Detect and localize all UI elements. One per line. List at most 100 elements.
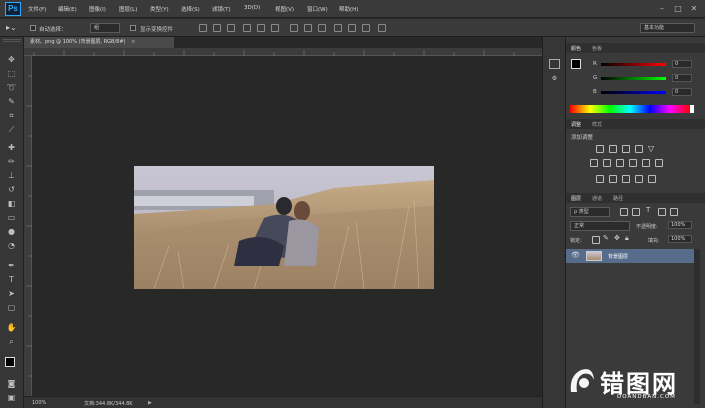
menu-image[interactable]: 图像(I) — [89, 5, 106, 13]
document-size-info[interactable]: 文档:344.8K/344.8K — [84, 400, 133, 407]
channel-mixer-icon[interactable] — [655, 159, 663, 167]
lock-position-icon[interactable]: ✥ — [614, 234, 620, 242]
dodge-tool-icon[interactable]: ◔ — [4, 239, 19, 252]
green-slider[interactable] — [601, 77, 666, 80]
vibrance-icon[interactable] — [590, 159, 598, 167]
exposure-icon[interactable] — [635, 145, 643, 153]
curves-icon[interactable] — [622, 145, 630, 153]
menu-filter[interactable]: 滤镜(T) — [212, 5, 231, 13]
distribute-top-icon[interactable] — [290, 24, 298, 32]
menu-layer[interactable]: 图层(L) — [119, 5, 137, 13]
zoom-tool-icon[interactable]: ⌕ — [4, 335, 19, 348]
align-right-icon[interactable] — [271, 24, 279, 32]
gradient-map-icon[interactable] — [648, 175, 656, 183]
align-top-icon[interactable] — [199, 24, 207, 32]
color-balance-icon[interactable] — [616, 159, 624, 167]
hand-tool-icon[interactable]: ✋ — [4, 321, 19, 334]
filter-shape-icon[interactable] — [658, 208, 666, 216]
hue-saturation-icon[interactable] — [603, 159, 611, 167]
selective-color-icon[interactable] — [635, 175, 643, 183]
tab-paths[interactable]: 路径 — [613, 195, 623, 202]
invert-icon[interactable] — [596, 175, 604, 183]
threshold-icon[interactable] — [622, 175, 630, 183]
zoom-level[interactable]: 100% — [32, 400, 46, 406]
spectrum-white-chip[interactable] — [690, 105, 694, 113]
levels-icon[interactable] — [609, 145, 617, 153]
marquee-tool-icon[interactable]: ⬚ — [4, 67, 19, 80]
blue-slider[interactable] — [601, 91, 666, 94]
history-brush-tool-icon[interactable]: ↺ — [4, 183, 19, 196]
properties-panel-icon[interactable]: ⚙ — [549, 75, 560, 85]
tab-adjustments[interactable]: 调整 — [571, 121, 581, 128]
distribute-vcenter-icon[interactable] — [304, 24, 312, 32]
shape-tool-icon[interactable]: ▢ — [4, 301, 19, 314]
foreground-color-swatch[interactable] — [5, 357, 15, 367]
tab-color[interactable]: 颜色 — [571, 45, 581, 52]
distribute-hcenter-icon[interactable] — [348, 24, 356, 32]
blend-mode-dropdown[interactable]: 正常 — [570, 221, 630, 231]
menu-window[interactable]: 窗口(W) — [307, 5, 328, 13]
move-tool-preset-icon[interactable]: ▸⌄ — [6, 23, 17, 32]
gradient-map-triangle-icon[interactable]: ▽ — [648, 145, 656, 153]
vertical-ruler[interactable] — [24, 56, 32, 396]
lock-pixels-icon[interactable]: ✎ — [603, 234, 609, 242]
visibility-eye-icon[interactable]: 👁︎ — [571, 251, 580, 259]
align-bottom-icon[interactable] — [227, 24, 235, 32]
move-tool-icon[interactable]: ✥ — [4, 53, 19, 66]
lock-transparent-icon[interactable] — [592, 236, 600, 244]
opacity-value[interactable]: 100% — [668, 221, 692, 229]
show-transform-checkbox[interactable] — [130, 25, 136, 31]
document-tab[interactable]: 素材。png @ 100% (背景图层, RGB/8#) × — [24, 37, 174, 48]
tab-channels[interactable]: 通道 — [592, 195, 602, 202]
document-image[interactable] — [134, 166, 434, 289]
gradient-tool-icon[interactable]: ▭ — [4, 211, 19, 224]
fill-value[interactable]: 100% — [668, 235, 692, 243]
blur-tool-icon[interactable]: ● — [4, 225, 19, 238]
eraser-tool-icon[interactable]: ◧ — [4, 197, 19, 210]
workspace-dropdown[interactable]: 基本功能 — [640, 23, 695, 33]
close-button[interactable]: ✕ — [688, 3, 700, 14]
minimize-button[interactable]: – — [656, 3, 668, 14]
distribute-bottom-icon[interactable] — [318, 24, 326, 32]
auto-select-checkbox[interactable] — [30, 25, 36, 31]
quick-select-tool-icon[interactable]: ✎ — [4, 95, 19, 108]
eyedropper-tool-icon[interactable]: ⟋ — [4, 123, 19, 136]
screen-mode-icon[interactable]: ▣ — [4, 391, 19, 404]
menu-help[interactable]: 帮助(H) — [339, 5, 358, 13]
close-document-icon[interactable]: × — [131, 39, 135, 45]
pen-tool-icon[interactable]: ✒ — [4, 259, 19, 272]
posterize-icon[interactable] — [609, 175, 617, 183]
maximize-button[interactable]: □ — [672, 3, 684, 14]
clone-stamp-tool-icon[interactable]: ⊥ — [4, 169, 19, 182]
black-white-icon[interactable] — [629, 159, 637, 167]
red-value[interactable]: 0 — [672, 60, 692, 68]
auto-select-dropdown[interactable]: 组 — [90, 23, 120, 33]
blue-value[interactable]: 0 — [672, 88, 692, 96]
crop-tool-icon[interactable]: ⌗ — [4, 109, 19, 122]
menu-3d[interactable]: 3D(D) — [244, 5, 260, 11]
color-spectrum-bar[interactable] — [570, 105, 690, 113]
toolbar-grip[interactable] — [3, 39, 21, 42]
path-select-tool-icon[interactable]: ➤ — [4, 287, 19, 300]
photo-filter-icon[interactable] — [642, 159, 650, 167]
distribute-right-icon[interactable] — [362, 24, 370, 32]
status-menu-arrow-icon[interactable]: ▶ — [148, 400, 152, 406]
brush-tool-icon[interactable]: ✏ — [4, 155, 19, 168]
type-tool-icon[interactable]: T — [4, 273, 19, 286]
layer-name[interactable]: 背景图层 — [608, 253, 628, 260]
filter-smart-object-icon[interactable] — [670, 208, 678, 216]
lock-all-icon[interactable]: 🔒︎ — [625, 234, 629, 243]
layer-kind-filter[interactable]: ρ 类型 — [570, 207, 610, 217]
brightness-contrast-icon[interactable] — [596, 145, 604, 153]
tab-layers[interactable]: 图层 — [571, 195, 581, 202]
tab-swatches[interactable]: 色板 — [592, 45, 602, 52]
red-slider[interactable] — [601, 63, 666, 66]
menu-view[interactable]: 视图(V) — [275, 5, 294, 13]
menu-select[interactable]: 选择(S) — [181, 5, 200, 13]
layer-row-background[interactable]: 👁︎ 背景图层 — [566, 249, 694, 263]
menu-edit[interactable]: 编辑(E) — [58, 5, 77, 13]
green-value[interactable]: 0 — [672, 74, 692, 82]
align-vcenter-icon[interactable] — [213, 24, 221, 32]
auto-align-icon[interactable] — [378, 24, 386, 32]
menu-type[interactable]: 类型(Y) — [150, 5, 169, 13]
